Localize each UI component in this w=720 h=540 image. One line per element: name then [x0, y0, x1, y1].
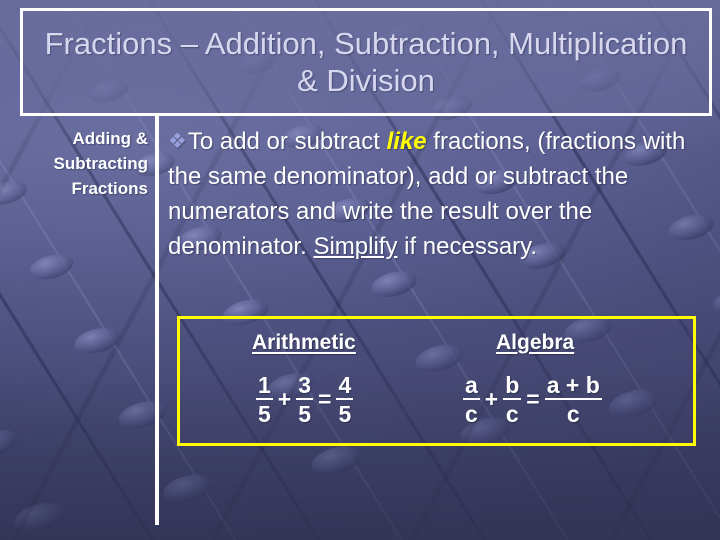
body-text-part-3: if necessary.: [397, 233, 538, 260]
denominator: 5: [258, 401, 271, 427]
operator-plus: +: [484, 385, 499, 412]
fraction-term-2: b c: [503, 372, 522, 427]
numerator: 3: [296, 372, 314, 400]
column-heading-arithmetic: Arithmetic: [252, 331, 356, 354]
denominator: c: [566, 401, 580, 427]
fraction-term-1: 1 5: [256, 374, 273, 426]
example-box: Arithmetic Algebra 1 5 + 3 5 = 4 5 a c +…: [177, 316, 696, 446]
arithmetic-equation: 1 5 + 3 5 = 4 5: [256, 372, 354, 427]
emphasis-simplify: Simplify: [313, 233, 398, 260]
column-heading-algebra: Algebra: [496, 331, 575, 354]
numerator: a + b: [544, 372, 602, 400]
title-box: Fractions – Addition, Subtraction, Multi…: [20, 8, 712, 116]
operator-equals: =: [526, 385, 540, 412]
vertical-divider-line: [155, 116, 159, 525]
numerator: a: [463, 372, 480, 400]
numerator: 4: [336, 372, 354, 400]
slide-canvas: Fractions – Addition, Subtraction, Multi…: [0, 0, 720, 540]
slide-title: Fractions – Addition, Subtraction, Multi…: [44, 26, 688, 98]
body-text-part-1: To add or subtract: [187, 128, 387, 155]
section-label-line-3: Fractions: [71, 179, 148, 198]
fraction-term-2: 3 5: [296, 372, 314, 427]
fraction-term-1: a c: [463, 374, 480, 426]
fraction-result: a + b c: [544, 372, 602, 427]
operator-equals: =: [318, 385, 332, 412]
section-label: Adding & Subtracting Fractions: [6, 126, 148, 201]
denominator: c: [505, 401, 519, 427]
fraction-result: 4 5: [336, 372, 354, 427]
operator-plus: +: [277, 385, 292, 412]
numerator: 1: [256, 372, 273, 400]
denominator: 5: [338, 401, 352, 427]
emphasis-like: like: [386, 128, 427, 155]
denominator: c: [465, 401, 478, 427]
section-label-line-2: Subtracting: [53, 154, 148, 173]
denominator: 5: [298, 401, 312, 427]
algebra-equation: a c + b c = a + b c: [463, 374, 602, 426]
body-paragraph: ❖To add or subtract like fractions, (fra…: [168, 124, 716, 264]
numerator: b: [503, 372, 522, 400]
diamond-bullet-icon: ❖: [168, 130, 187, 153]
section-label-line-1: Adding &: [72, 129, 148, 148]
